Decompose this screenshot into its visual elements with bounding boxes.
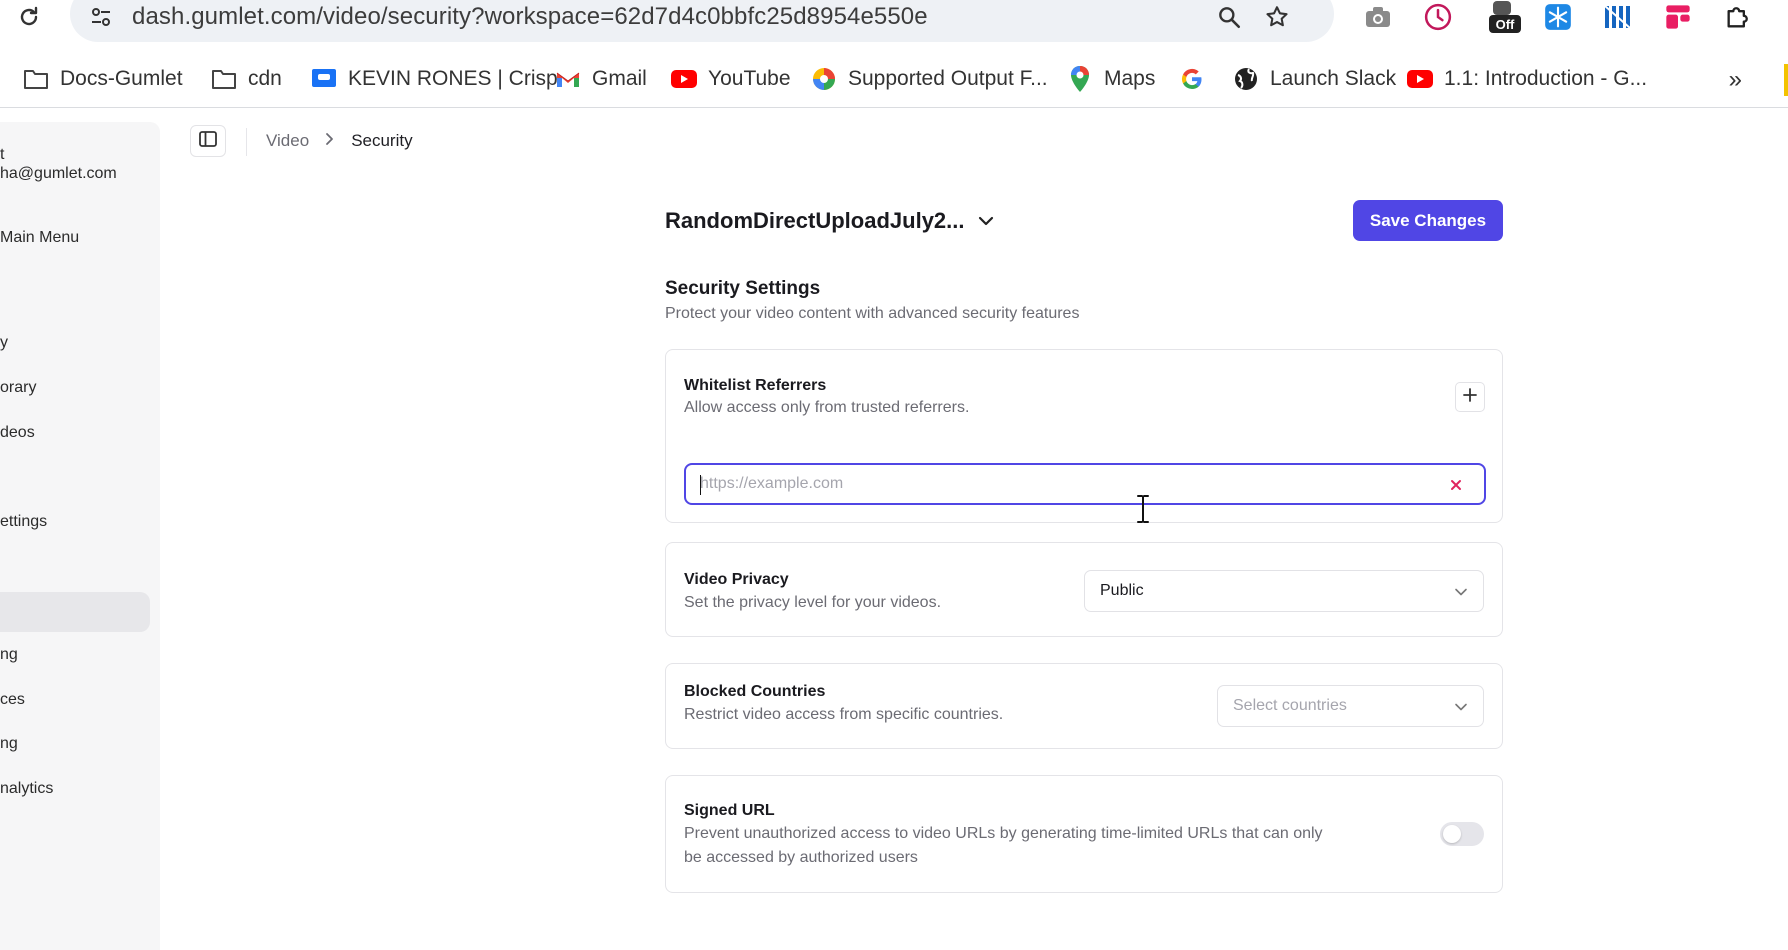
bookmark-gmail[interactable]: Gmail xyxy=(554,62,647,96)
chevron-down-icon xyxy=(1453,584,1469,600)
workspace-selector[interactable]: RandomDirectUploadJuly2... xyxy=(665,208,965,234)
clear-referrer-icon[interactable] xyxy=(1446,475,1466,495)
sidebar-item[interactable]: ces xyxy=(0,691,25,709)
breadcrumb-security: Security xyxy=(351,131,413,150)
sidebar-item-videos[interactable]: deos xyxy=(0,424,35,442)
url-text[interactable]: dash.gumlet.com/video/security?workspace… xyxy=(132,3,928,31)
section-subtitle: Protect your video content with advanced… xyxy=(665,305,1080,322)
countries-select[interactable]: Select countries xyxy=(1217,685,1484,727)
section-title: Security Settings xyxy=(665,278,821,299)
privacy-title: Video Privacy xyxy=(684,571,789,588)
ibeam-cursor-icon xyxy=(1137,495,1149,523)
folder-icon xyxy=(22,65,50,93)
privacy-description: Set the privacy level for your videos. xyxy=(684,594,942,611)
bookmark-google[interactable] xyxy=(1178,62,1216,96)
topbar-divider xyxy=(246,128,247,156)
google-icon xyxy=(1178,65,1206,93)
more-bookmarks-icon[interactable]: » xyxy=(1729,66,1742,94)
toggle-sidebar-button[interactable] xyxy=(190,125,226,157)
whitelist-title: Whitelist Referrers xyxy=(684,377,827,394)
browser-toolbar: dash.gumlet.com/video/security?workspace… xyxy=(0,0,1788,50)
reload-icon[interactable] xyxy=(14,2,44,32)
camera-extension-icon[interactable] xyxy=(1360,0,1396,34)
account-name: t xyxy=(0,146,5,163)
bookmark-supported-output[interactable]: Supported Output F... xyxy=(810,62,1048,96)
sidebar-item-settings[interactable]: ettings xyxy=(0,513,47,531)
plus-icon xyxy=(1463,387,1477,407)
add-referrer-button[interactable] xyxy=(1455,382,1485,412)
privacy-selected-value: Public xyxy=(1100,582,1144,599)
blocked-title: Blocked Countries xyxy=(684,683,826,700)
countries-placeholder: Select countries xyxy=(1233,697,1347,714)
puzzle-extensions-icon[interactable] xyxy=(1720,0,1756,34)
referrer-url-input[interactable] xyxy=(700,473,1400,495)
signed-url-card: Signed URL Prevent unauthorized access t… xyxy=(665,775,1503,893)
maps-pin-icon xyxy=(1066,65,1094,93)
video-privacy-card: Video Privacy Set the privacy level for … xyxy=(665,542,1503,637)
referrer-input-wrapper xyxy=(684,463,1486,505)
sidebar-item[interactable]: ng xyxy=(0,646,18,664)
sidebar: t ha@gumlet.com Main Menu y orary deos e… xyxy=(0,122,160,950)
bars-extension-icon[interactable] xyxy=(1600,0,1636,34)
account-email: ha@gumlet.com xyxy=(0,165,117,182)
bookmarks-bar: Docs-Gumlet cdn KEVIN RONES | Crisp Gmai… xyxy=(0,52,1788,108)
colorwheel-icon xyxy=(810,65,838,93)
bookmark-youtube[interactable]: YouTube xyxy=(670,62,791,96)
off-extension-icon[interactable]: Off xyxy=(1484,0,1524,34)
toggle-knob xyxy=(1443,825,1461,843)
bookmark-cdn[interactable]: cdn xyxy=(210,62,282,96)
youtube-icon xyxy=(1406,65,1434,93)
folder-icon xyxy=(210,65,238,93)
bookmark-crisp[interactable]: KEVIN RONES | Crisp xyxy=(310,62,558,96)
chevron-down-icon[interactable] xyxy=(972,208,1000,234)
main-menu-label[interactable]: Main Menu xyxy=(0,229,79,247)
sidebar-item[interactable]: ng xyxy=(0,735,18,753)
signed-url-toggle[interactable] xyxy=(1440,822,1484,846)
save-changes-button[interactable]: Save Changes xyxy=(1353,200,1503,241)
globe-icon xyxy=(1232,65,1260,93)
zoom-icon[interactable] xyxy=(1212,0,1246,34)
bookmark-star-icon[interactable] xyxy=(1260,0,1294,34)
bookmark-edge xyxy=(1784,64,1788,96)
bookmark-launch-slack[interactable]: Launch Slack xyxy=(1232,62,1396,96)
signed-url-title: Signed URL xyxy=(684,802,775,819)
breadcrumb-video[interactable]: Video xyxy=(266,131,309,151)
extension-badge: Off xyxy=(1496,17,1515,32)
sidebar-item[interactable]: y xyxy=(0,334,8,352)
breadcrumb: Video Security xyxy=(266,131,413,151)
bookmark-introduction[interactable]: 1.1: Introduction - G... xyxy=(1406,62,1647,96)
layout-extension-icon[interactable] xyxy=(1660,0,1696,34)
sidebar-toggle-icon xyxy=(199,130,217,152)
sidebar-item-library[interactable]: orary xyxy=(0,379,36,397)
blocked-description: Restrict video access from specific coun… xyxy=(684,706,1004,723)
crisp-icon xyxy=(310,65,338,93)
clock-extension-icon[interactable] xyxy=(1420,0,1456,34)
privacy-select[interactable]: Public xyxy=(1084,570,1484,612)
sidebar-item-security-active[interactable] xyxy=(0,592,150,632)
chevron-down-icon xyxy=(1453,699,1469,715)
blocked-countries-card: Blocked Countries Restrict video access … xyxy=(665,663,1503,749)
text-caret xyxy=(700,475,701,495)
gmail-icon xyxy=(554,65,582,93)
youtube-icon xyxy=(670,65,698,93)
whitelist-description: Allow access only from trusted referrers… xyxy=(684,399,970,416)
address-bar[interactable]: dash.gumlet.com/video/security?workspace… xyxy=(70,0,1334,42)
whitelist-referrers-card: Whitelist Referrers Allow access only fr… xyxy=(665,349,1503,523)
sidebar-item-analytics[interactable]: nalytics xyxy=(0,780,53,798)
signed-url-description: Prevent unauthorized access to video URL… xyxy=(684,825,1323,866)
site-info-icon[interactable] xyxy=(86,2,116,32)
bookmark-docs-gumlet[interactable]: Docs-Gumlet xyxy=(22,62,183,96)
chevron-right-icon xyxy=(325,131,335,151)
snowflake-extension-icon[interactable] xyxy=(1540,0,1576,34)
bookmark-maps[interactable]: Maps xyxy=(1066,62,1155,96)
